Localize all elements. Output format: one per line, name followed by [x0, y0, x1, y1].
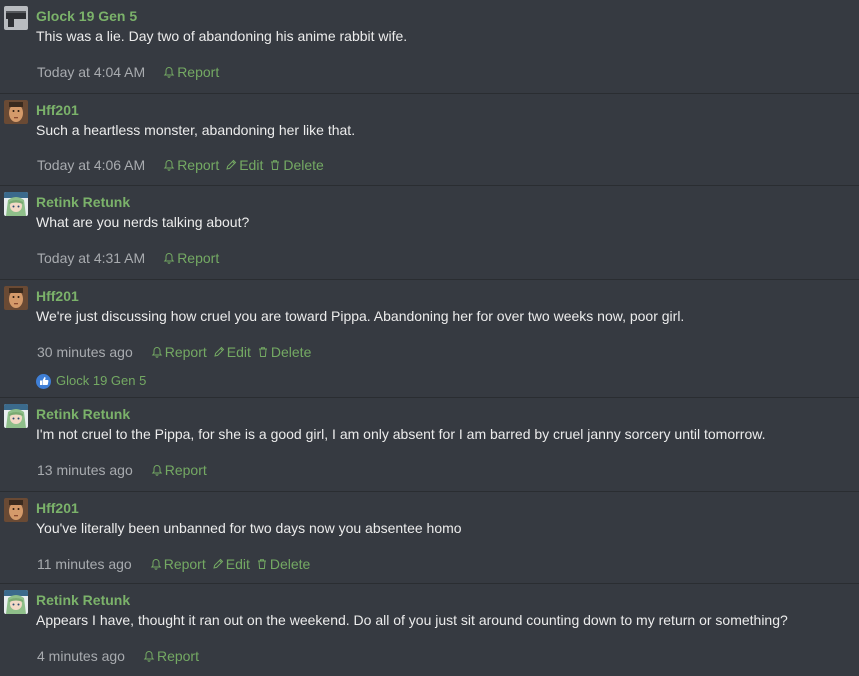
timestamp[interactable]: Today at 4:04 AM: [37, 64, 145, 80]
bell-icon: [163, 66, 175, 78]
delete-label: Delete: [269, 556, 311, 572]
comment-text: We're just discussing how cruel you are …: [36, 308, 685, 324]
report-button[interactable]: Report: [143, 648, 199, 664]
bell-icon: [151, 464, 162, 476]
delete-button[interactable]: Delete: [256, 556, 310, 572]
avatar[interactable]: [4, 192, 28, 216]
pencil-icon: [214, 346, 224, 357]
report-button[interactable]: Report: [151, 344, 207, 360]
avatar[interactable]: [4, 404, 28, 428]
report-button[interactable]: Report: [163, 157, 219, 173]
bell-icon: [163, 159, 175, 171]
comment-post: Glock 19 Gen 5 This was a lie. Day two o…: [0, 0, 859, 94]
anime-avatar-image: [4, 590, 28, 614]
delete-button[interactable]: Delete: [269, 157, 324, 173]
comment-meta: Today at 4:31 AM Report: [37, 250, 225, 266]
report-label: Report: [163, 556, 206, 572]
edit-button[interactable]: Edit: [225, 157, 263, 173]
comment-post: Hff201 You've literally been unbanned fo…: [0, 492, 859, 584]
thumbs-up-icon: [36, 373, 51, 389]
edit-button[interactable]: Edit: [213, 344, 251, 360]
avatar[interactable]: [4, 286, 28, 310]
username[interactable]: Hff201: [36, 102, 79, 118]
bell-icon: [151, 346, 162, 358]
comment-text: Such a heartless monster, abandoning her…: [36, 122, 356, 138]
username[interactable]: Glock 19 Gen 5: [36, 8, 137, 24]
face-avatar-image: [4, 498, 28, 522]
timestamp[interactable]: Today at 4:06 AM: [37, 157, 145, 173]
comment-thread: Glock 19 Gen 5 This was a lie. Day two o…: [0, 0, 859, 676]
report-label: Report: [156, 648, 199, 664]
timestamp[interactable]: 11 minutes ago: [37, 556, 132, 572]
pencil-icon: [226, 159, 237, 170]
edit-label: Edit: [239, 157, 264, 173]
timestamp[interactable]: 30 minutes ago: [37, 344, 133, 360]
edit-button[interactable]: Edit: [212, 556, 250, 572]
trash-icon: [257, 559, 266, 569]
edit-label: Edit: [226, 344, 251, 360]
face-avatar-image: [4, 286, 28, 310]
edit-label: Edit: [225, 556, 250, 572]
report-button[interactable]: Report: [163, 250, 219, 266]
comment-post: Retink Retunk I'm not cruel to the Pippa…: [0, 398, 859, 492]
username[interactable]: Retink Retunk: [36, 194, 130, 210]
delete-label: Delete: [270, 344, 312, 360]
report-button[interactable]: Report: [150, 556, 206, 572]
avatar[interactable]: [4, 100, 28, 124]
comment-text: This was a lie. Day two of abandoning hi…: [36, 28, 408, 44]
report-label: Report: [177, 250, 220, 266]
avatar[interactable]: [4, 498, 28, 522]
comment-text: What are you nerds talking about?: [36, 214, 250, 230]
comment-post: Retink Retunk What are you nerds talking…: [0, 186, 859, 280]
username[interactable]: Retink Retunk: [36, 406, 130, 422]
timestamp[interactable]: 4 minutes ago: [37, 648, 125, 664]
comment-meta: 4 minutes ago Report: [37, 648, 205, 664]
username[interactable]: Hff201: [36, 500, 79, 516]
anime-avatar-image: [4, 192, 28, 216]
trash-icon: [271, 160, 280, 170]
reaction-user[interactable]: Glock 19 Gen 5: [56, 373, 146, 389]
timestamp[interactable]: 13 minutes ago: [37, 462, 133, 478]
avatar[interactable]: [4, 6, 28, 30]
anime-avatar-image: [4, 404, 28, 428]
comment-post: Hff201 Such a heartless monster, abandon…: [0, 94, 859, 186]
comment-post: Hff201 We're just discussing how cruel y…: [0, 280, 859, 398]
delete-label: Delete: [283, 157, 324, 173]
comment-text: Appears I have, thought it ran out on th…: [36, 612, 788, 628]
pencil-icon: [213, 558, 223, 569]
report-button[interactable]: Report: [151, 462, 207, 478]
comment-text: I'm not cruel to the Pippa, for she is a…: [36, 426, 766, 442]
comment-text: You've literally been unbanned for two d…: [36, 520, 462, 536]
gun-avatar-image: [4, 6, 28, 30]
delete-button[interactable]: Delete: [257, 344, 311, 360]
report-label: Report: [177, 157, 220, 173]
report-label: Report: [177, 64, 220, 80]
report-label: Report: [164, 344, 207, 360]
reaction-summary[interactable]: Glock 19 Gen 5: [36, 373, 146, 389]
comment-meta: 30 minutes ago Report Edit Delete: [37, 344, 317, 360]
report-label: Report: [164, 462, 207, 478]
face-avatar-image: [4, 100, 28, 124]
bell-icon: [163, 252, 175, 264]
comment-meta: Today at 4:04 AM Report: [37, 64, 225, 80]
trash-icon: [258, 347, 267, 357]
username[interactable]: Hff201: [36, 288, 79, 304]
comment-meta: 13 minutes ago Report: [37, 462, 213, 478]
username[interactable]: Retink Retunk: [36, 592, 130, 608]
comment-meta: 11 minutes ago Report Edit Delete: [37, 556, 316, 572]
timestamp[interactable]: Today at 4:31 AM: [37, 250, 145, 266]
report-button[interactable]: Report: [163, 64, 219, 80]
avatar[interactable]: [4, 590, 28, 614]
bell-icon: [143, 650, 155, 662]
bell-icon: [150, 558, 161, 570]
comment-post: Retink Retunk Appears I have, thought it…: [0, 584, 859, 676]
comment-meta: Today at 4:06 AM Report Edit Delete: [37, 157, 330, 173]
